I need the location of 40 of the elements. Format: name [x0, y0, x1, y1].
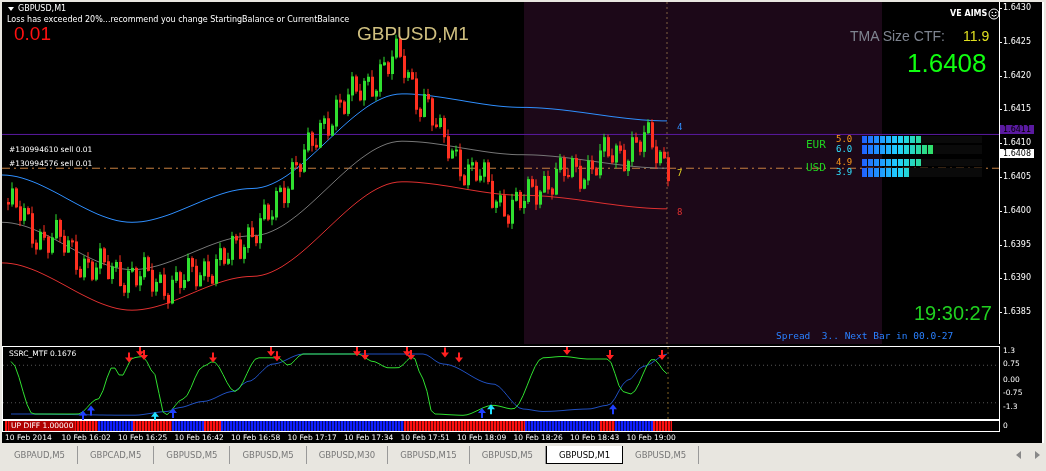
- price-tick: 1.6425: [1003, 36, 1031, 46]
- chart-tab[interactable]: GBPCAD,M5: [78, 446, 155, 464]
- price-tick: 1.6415: [1003, 104, 1031, 114]
- chart-tab[interactable]: GBPUSD,M5: [469, 446, 546, 464]
- price-tick: 1.6400: [1003, 205, 1031, 215]
- strength-value: 6.0: [836, 144, 854, 154]
- chart-tab[interactable]: GBPUSD,M5: [230, 446, 307, 464]
- chart-tab[interactable]: GBPUSD,M15: [388, 446, 470, 464]
- symbol-label: GBPUSD,M1: [357, 23, 469, 45]
- price-tick: 1.6430: [1003, 3, 1031, 12]
- tma-label: TMA Size CTF:: [850, 28, 945, 44]
- strength-value: 5.0: [836, 134, 854, 144]
- current-price: 1.6408: [907, 48, 987, 79]
- currency-label: EUR: [806, 137, 827, 151]
- brand-label: VE AIMS: [950, 9, 988, 18]
- price-marker: 1.6408: [1000, 148, 1034, 158]
- tma-value: 11.9: [963, 28, 990, 44]
- chart-tab[interactable]: GBPUSD,M30: [306, 446, 389, 464]
- currency-label: USD: [806, 160, 827, 174]
- clock-label: 19:30:27: [914, 302, 992, 325]
- price-tick: 1.6405: [1003, 172, 1031, 181]
- price-marker: 1.6411: [1000, 125, 1034, 135]
- strength-value: 3.9: [836, 167, 854, 177]
- chart-tab[interactable]: GBPUSD,M5: [154, 446, 231, 464]
- band-label: 7: [677, 168, 683, 179]
- chart-tab[interactable]: GBPUSD,M5: [623, 446, 700, 464]
- band-label: 4: [677, 121, 683, 132]
- chart-tab[interactable]: GBPAUD,M5: [2, 446, 79, 464]
- window-title: GBPUSD,M1: [18, 4, 67, 13]
- strength-value: 4.9: [836, 157, 854, 167]
- chart-tab[interactable]: GBPUSD,M1: [545, 446, 624, 464]
- price-tick: 1.6410: [1003, 138, 1031, 148]
- band-label: 8: [677, 206, 683, 217]
- status-label: Spread 3.. Next Bar in 00.0-27: [776, 330, 954, 341]
- price-tick: 1.6420: [1003, 70, 1031, 80]
- price-tick: 1.6390: [1003, 273, 1031, 283]
- alert-message: Loss has exceeded 20%...recommend you change StartingBalance or CurrentBalance: [7, 15, 350, 24]
- price-tick: 1.6395: [1003, 239, 1031, 249]
- lot-size: 0.01: [14, 23, 51, 45]
- price-tick: 1.6385: [1003, 307, 1031, 317]
